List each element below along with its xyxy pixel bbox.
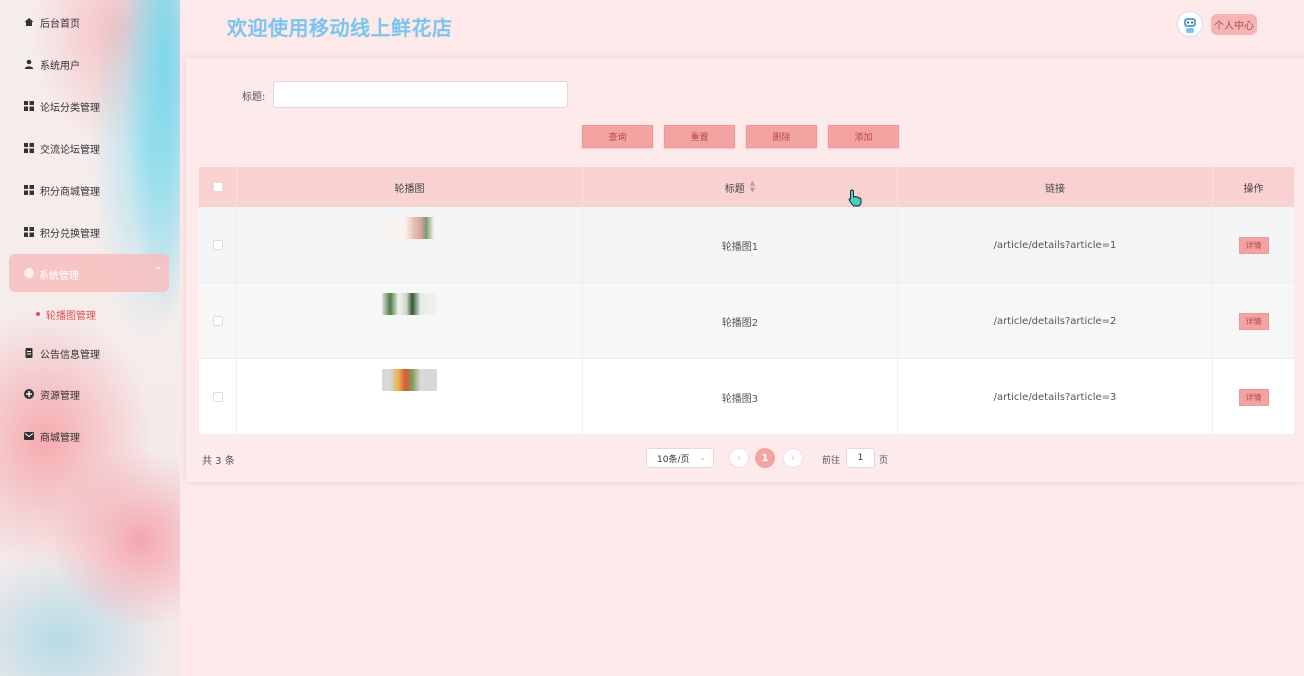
user-icon: [24, 59, 34, 69]
home-icon: [24, 17, 34, 27]
column-header-actions: 操作: [1243, 183, 1264, 195]
image-cell: [237, 283, 583, 359]
sidebar-item-forum-category[interactable]: 论坛分类管理: [24, 96, 100, 116]
search-label: 标题:: [242, 92, 266, 103]
page-number-current[interactable]: 1: [755, 448, 775, 468]
grid-icon: [24, 143, 34, 153]
link-cell: /article/details?article=1: [898, 207, 1213, 283]
select-all-checkbox[interactable]: [212, 182, 223, 192]
detail-button[interactable]: 详情: [1238, 312, 1269, 330]
sidebar-item-label: 论坛分类管理: [40, 102, 100, 114]
chevron-down-icon: ⌄: [699, 453, 706, 462]
table-row: 轮播图1 /article/details?article=1 详情: [199, 207, 1294, 283]
sidebar-item-forum[interactable]: 交流论坛管理: [24, 138, 100, 158]
search-input[interactable]: [273, 81, 568, 108]
sidebar-item-label: 商城管理: [40, 432, 80, 444]
sidebar-item-system-users[interactable]: 系统用户: [24, 54, 80, 74]
main-card: 标题: 查询 重置 删除 添加 轮播图 标题 ▲ ▼ 链接 操作 轮播图1 /ar…: [186, 58, 1304, 482]
title-cell: 轮播图2: [583, 283, 898, 359]
sidebar-item-label: 资源管理: [40, 390, 80, 402]
grid-icon: [24, 185, 34, 195]
sidebar-item-label: 公告信息管理: [40, 349, 100, 361]
row-checkbox[interactable]: [212, 316, 223, 326]
sidebar-item-home[interactable]: 后台首页: [24, 12, 80, 32]
chevron-right-icon: ›: [791, 452, 795, 464]
row-select-cell: [199, 283, 237, 359]
chevron-left-icon: ‹: [737, 452, 741, 464]
grid-icon: [24, 101, 34, 111]
actions-cell: 详情: [1213, 283, 1294, 359]
detail-button[interactable]: 详情: [1238, 388, 1269, 406]
sidebar-item-resources[interactable]: 资源管理: [24, 384, 80, 404]
link-cell: /article/details?article=3: [898, 359, 1213, 435]
actions-cell: 详情: [1213, 359, 1294, 435]
title-cell: 轮播图1: [583, 207, 898, 283]
add-button[interactable]: 添加: [828, 125, 899, 148]
page-size-value: 10条/页: [657, 454, 690, 465]
table-header: 轮播图 标题 ▲ ▼ 链接 操作: [199, 167, 1294, 207]
sidebar-item-label: 系统管理: [39, 271, 79, 282]
sidebar-item-label: 后台首页: [40, 18, 80, 30]
goto-label: 前往: [822, 456, 841, 466]
row-checkbox[interactable]: [212, 240, 223, 250]
page-title: 欢迎使用移动线上鲜花店: [227, 16, 453, 40]
image-cell: [237, 359, 583, 435]
detail-button[interactable]: 详情: [1238, 236, 1269, 254]
page-size-select[interactable]: 10条/页 ⌄: [646, 448, 714, 468]
query-button[interactable]: 查询: [582, 125, 653, 148]
data-table: 轮播图 标题 ▲ ▼ 链接 操作 轮播图1 /article/details?ar…: [199, 167, 1294, 435]
sidebar-item-mall[interactable]: 商城管理: [24, 426, 80, 446]
row-select-cell: [199, 207, 237, 283]
title-cell: 轮播图3: [583, 359, 898, 435]
hand-cursor-icon: [848, 189, 862, 211]
image-cell: [237, 207, 583, 283]
carousel-thumbnail: [382, 217, 434, 239]
sidebar-item-label: 交流论坛管理: [40, 144, 100, 156]
delete-button[interactable]: 删除: [746, 125, 817, 148]
sidebar-subitem-label: 轮播图管理: [46, 310, 96, 322]
sidebar-subitem-carousel[interactable]: 轮播图管理: [36, 305, 96, 323]
plus-circle-icon: [24, 389, 34, 399]
row-select-cell: [199, 359, 237, 435]
table-row: 轮播图2 /article/details?article=2 详情: [199, 283, 1294, 359]
sort-icon[interactable]: ▲ ▼: [750, 180, 755, 194]
actions-cell: 详情: [1213, 207, 1294, 283]
sidebar-item-notices[interactable]: 公告信息管理: [24, 343, 100, 363]
column-header-link: 链接: [898, 167, 1213, 207]
link-cell: /article/details?article=2: [898, 283, 1213, 359]
column-header-title-label: 标题: [724, 183, 745, 195]
carousel-thumbnail: [382, 369, 437, 391]
goto-page-input[interactable]: 1: [846, 448, 875, 468]
column-header-image: 轮播图: [237, 167, 583, 207]
mail-icon: [24, 431, 34, 441]
header: 欢迎使用移动线上鲜花店 个人中心: [180, 0, 1304, 52]
robot-avatar-icon: [1184, 18, 1196, 33]
document-icon: [24, 348, 34, 358]
avatar[interactable]: [1177, 11, 1203, 37]
user-center-button[interactable]: 个人中心: [1211, 14, 1257, 35]
sidebar-item-label: 积分商城管理: [40, 186, 100, 198]
sidebar: 后台首页 系统用户 论坛分类管理 交流论坛管理 积分商城管理 积分兑换管理 系统…: [0, 0, 180, 676]
sidebar-item-label: 积分兑换管理: [40, 228, 100, 240]
sidebar-item-system-management[interactable]: 系统管理 ⌃: [9, 254, 169, 292]
next-page-button[interactable]: ›: [783, 448, 803, 468]
row-checkbox[interactable]: [212, 392, 223, 402]
sidebar-item-points-mall[interactable]: 积分商城管理: [24, 180, 100, 200]
reset-button[interactable]: 重置: [664, 125, 735, 148]
total-count: 共 3 条: [202, 456, 235, 467]
carousel-thumbnail: [382, 293, 437, 315]
sidebar-item-label: 系统用户: [40, 60, 80, 72]
bullet-icon: [36, 312, 40, 316]
chevron-up-icon: ⌃: [154, 266, 163, 277]
settings-icon: [24, 268, 34, 278]
prev-page-button[interactable]: ‹: [729, 448, 749, 468]
grid-icon: [24, 227, 34, 237]
sidebar-item-points-exchange[interactable]: 积分兑换管理: [24, 222, 100, 242]
goto-suffix: 页: [879, 456, 889, 466]
table-row: 轮播图3 /article/details?article=3 详情: [199, 359, 1294, 435]
select-all-cell: [199, 167, 237, 207]
